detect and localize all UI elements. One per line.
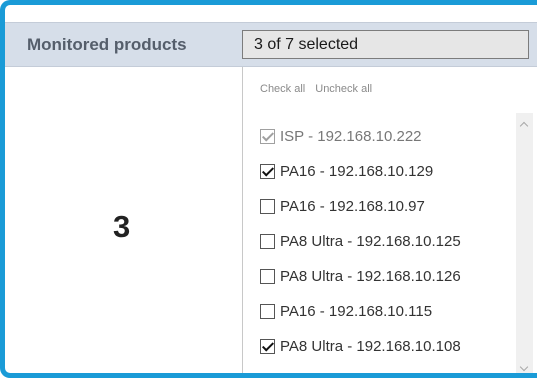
- check-links: Check all Uncheck all: [260, 83, 382, 95]
- product-option[interactable]: PA16 - 192.168.10.129: [260, 154, 461, 189]
- product-option-label: PA8 Ultra - 192.168.10.125: [280, 233, 461, 250]
- scroll-down-arrow-icon[interactable]: [516, 360, 533, 373]
- uncheck-all-link[interactable]: Uncheck all: [315, 83, 372, 95]
- products-dropdown: Check all Uncheck all ISP - 192.168.10.22…: [242, 67, 537, 373]
- product-option[interactable]: PA16 - 192.168.10.97: [260, 189, 461, 224]
- check-all-link[interactable]: Check all: [260, 83, 305, 95]
- step-number-annotation: 3: [113, 209, 131, 244]
- checkbox-icon[interactable]: [260, 339, 275, 354]
- monitored-products-label: Monitored products: [27, 35, 187, 54]
- product-option[interactable]: PA8 Ultra - 192.168.10.126: [260, 259, 461, 294]
- panel-frame: Monitored products 3 of 7 selected 3 Che…: [0, 0, 537, 378]
- product-option-label: PA16 - 192.168.10.129: [280, 163, 434, 180]
- scroll-up-arrow-icon[interactable]: [516, 117, 533, 134]
- product-option-label: PA16 - 192.168.10.97: [280, 198, 425, 215]
- product-option[interactable]: PA8 Ultra - 192.168.10.125: [260, 224, 461, 259]
- product-option[interactable]: PA8 Ultra - 192.168.10.108: [260, 329, 461, 364]
- checkbox-icon[interactable]: [260, 164, 275, 179]
- checkbox-icon[interactable]: [260, 304, 275, 319]
- checkbox-icon: [260, 129, 275, 144]
- checkbox-icon[interactable]: [260, 234, 275, 249]
- dropdown-scrollbar[interactable]: [516, 113, 533, 373]
- product-option[interactable]: PA16 - 192.168.10.115: [260, 294, 461, 329]
- checkbox-icon[interactable]: [260, 199, 275, 214]
- product-option-label: PA8 Ultra - 192.168.10.108: [280, 338, 461, 355]
- product-option: ISP - 192.168.10.222: [260, 119, 461, 154]
- product-option-label: PA8 Ultra - 192.168.10.126: [280, 268, 461, 285]
- product-option-label: ISP - 192.168.10.222: [280, 128, 422, 145]
- checkbox-icon[interactable]: [260, 269, 275, 284]
- product-options-list: ISP - 192.168.10.222 PA16 - 192.168.10.1…: [260, 119, 461, 364]
- monitored-products-select[interactable]: 3 of 7 selected: [242, 30, 529, 59]
- monitored-products-row: Monitored products 3 of 7 selected: [5, 22, 537, 67]
- product-option-label: PA16 - 192.168.10.115: [280, 303, 433, 320]
